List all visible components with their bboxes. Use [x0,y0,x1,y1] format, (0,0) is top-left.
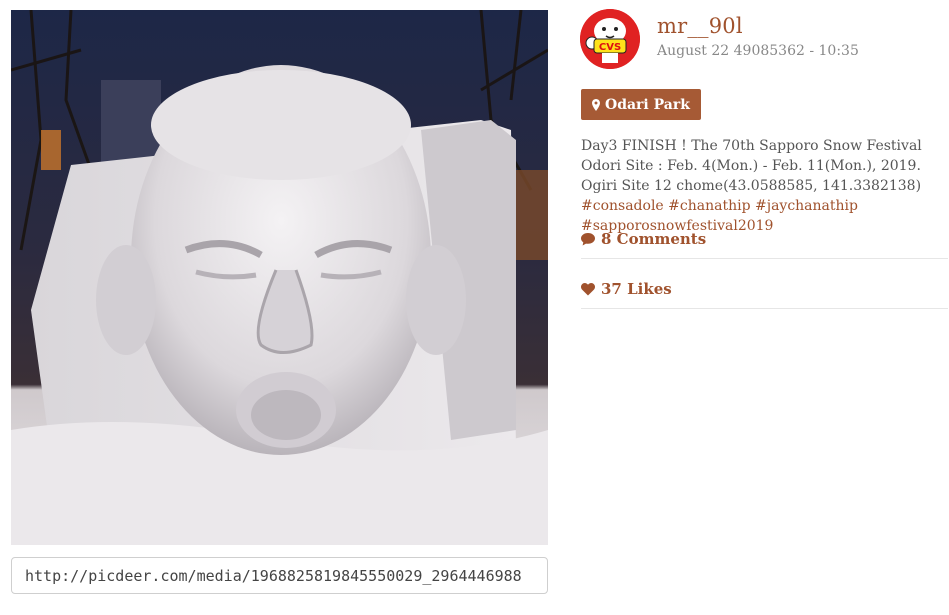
post-timestamp: August 22 49085362 - 10:35 [657,43,859,59]
post-photo[interactable] [11,10,548,545]
comments-count: 8 Comments [601,230,707,248]
hashtag-link[interactable]: #chanathip [668,198,750,214]
svg-text:CVS: CVS [599,42,621,53]
location-button[interactable]: Odari Park [581,89,701,120]
comments-link[interactable]: 8 Comments [581,229,948,249]
caption-text: Day3 FINISH ! The 70th Sapporo Snow Fest… [581,138,922,194]
comment-icon [581,232,595,245]
divider [581,258,948,259]
media-url-text: http://picdeer.com/media/196882581984555… [25,566,522,585]
snow-sculpture-image [11,10,548,545]
post-caption: Day3 FINISH ! The 70th Sapporo Snow Fest… [581,136,941,236]
hashtag-link[interactable]: #consadole [581,198,664,214]
location-label: Odari Park [605,96,690,113]
avatar[interactable]: CVS [580,9,640,69]
username-link[interactable]: mr__90l [657,14,743,38]
cvs-logo-icon: CVS [580,9,640,69]
map-marker-icon [592,98,600,111]
media-url-field[interactable]: http://picdeer.com/media/196882581984555… [11,557,548,594]
likes-count: 37 Likes [601,280,672,298]
hashtag-link[interactable]: #jaychanathip [755,198,858,214]
heart-icon [581,282,595,295]
divider [581,308,948,309]
likes-link[interactable]: 37 Likes [581,279,948,299]
